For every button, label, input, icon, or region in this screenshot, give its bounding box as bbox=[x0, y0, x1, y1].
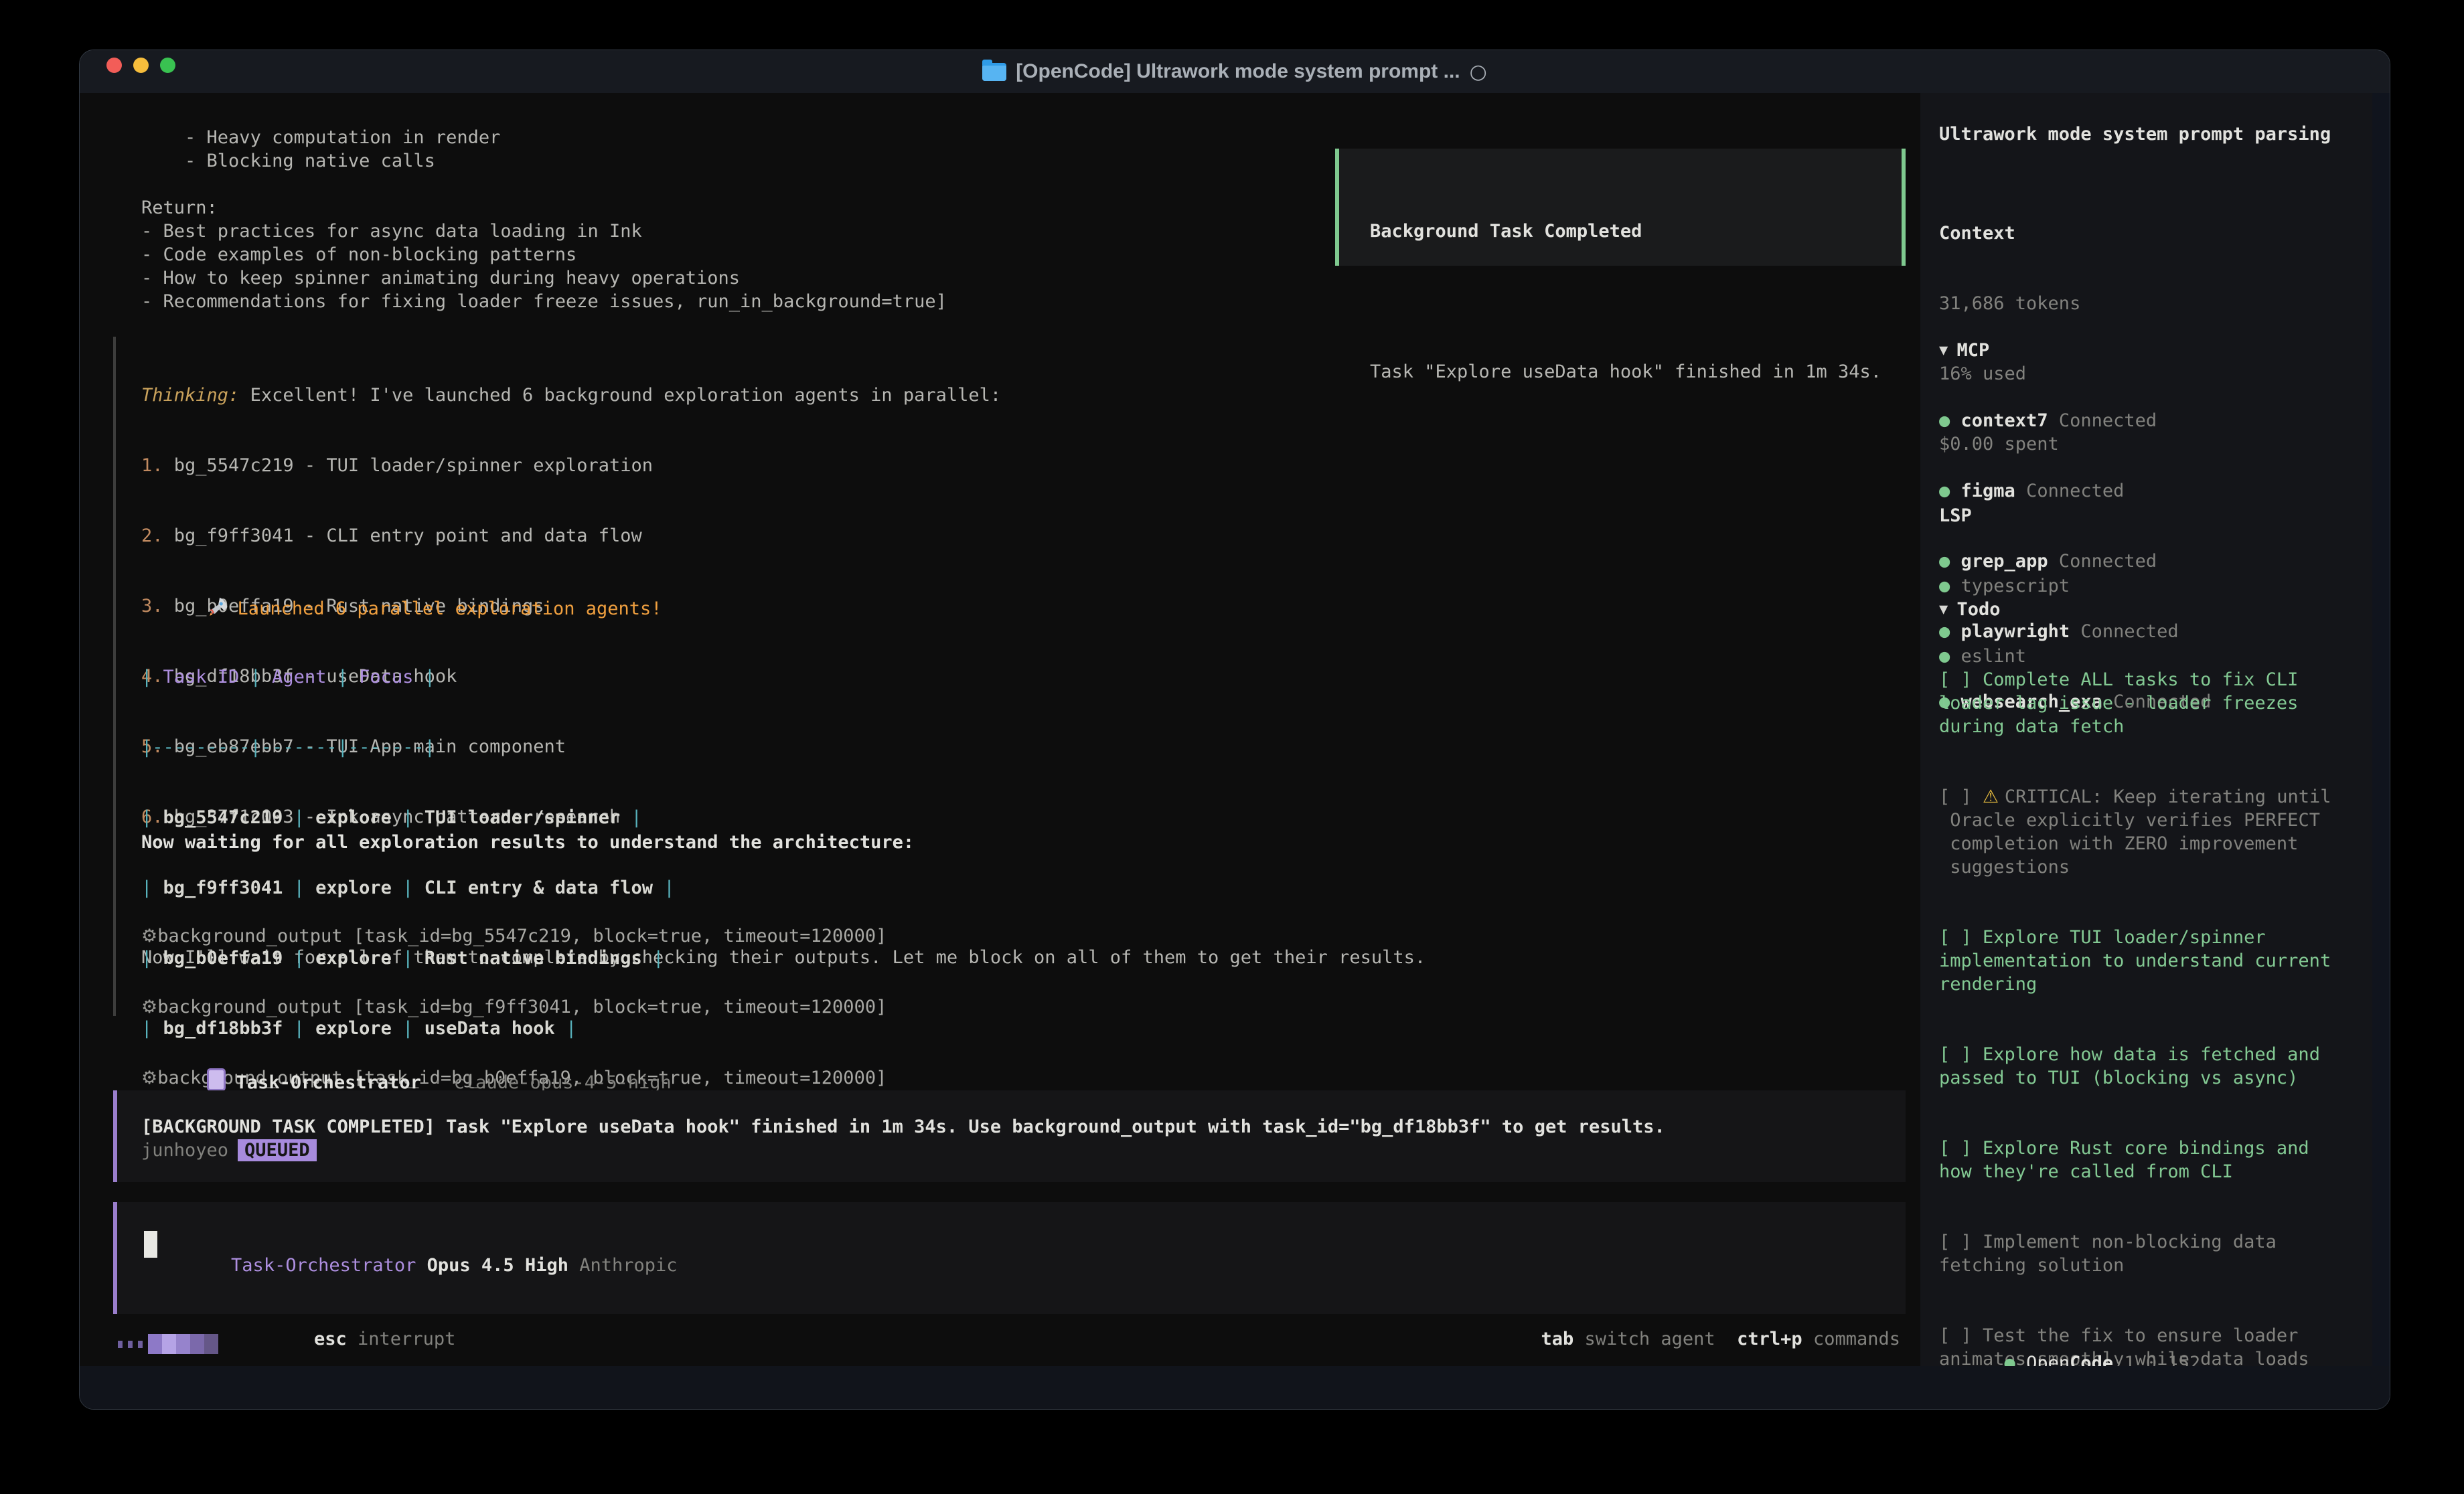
username: junhoyeo bbox=[141, 1140, 228, 1161]
tool-result-text: - Heavy computation in render - Blocking… bbox=[141, 126, 947, 313]
input-agent-name[interactable]: Task-Orchestrator bbox=[231, 1255, 416, 1276]
sidebar-scroll-track[interactable] bbox=[2372, 93, 2390, 1409]
rocket-icon bbox=[207, 596, 230, 618]
progress-spinner bbox=[118, 1334, 218, 1354]
esc-key[interactable]: esc bbox=[314, 1329, 347, 1349]
queued-badge: QUEUED bbox=[238, 1139, 317, 1161]
todo-item: [ ] Explore how data is fetched and pass… bbox=[1939, 1043, 2373, 1090]
circle-icon: ○ bbox=[1470, 60, 1487, 84]
sidebar: Ultrawork mode system prompt parsing Con… bbox=[1920, 93, 2390, 1409]
background-task-notification[interactable]: Background Task Completed Task "Explore … bbox=[1335, 149, 1906, 266]
col-header-focus: Focus bbox=[348, 667, 425, 687]
todo-item: [ ] Explore Rust core bindings and how t… bbox=[1939, 1137, 2373, 1183]
todo-checkbox[interactable]: [ ] bbox=[1939, 927, 1983, 948]
notification-body: Task "Explore useData hook" finished in … bbox=[1370, 360, 1902, 384]
mcp-item: ● context7 Connected bbox=[1939, 409, 2373, 432]
todo-item: [ ] Complete ALL tasks to fix CLI loader… bbox=[1939, 668, 2373, 738]
completed-task-box: [BACKGROUND TASK COMPLETED] Task "Explor… bbox=[113, 1090, 1906, 1182]
chevron-down-icon[interactable]: ▼ bbox=[1939, 342, 1957, 359]
terminal-window: [OpenCode] Ultrawork mode system prompt … bbox=[79, 50, 2390, 1410]
window-title: [OpenCode] Ultrawork mode system prompt … bbox=[1016, 60, 1460, 83]
prompt-input-box[interactable]: Task-Orchestrator Opus 4.5 High Anthropi… bbox=[113, 1202, 1906, 1314]
warning-icon: ⚠ bbox=[1983, 786, 2005, 807]
todo-checkbox[interactable]: [ ] bbox=[1939, 1138, 1983, 1159]
session-title: Ultrawork mode system prompt parsing bbox=[1939, 122, 2373, 146]
title-bar: [OpenCode] Ultrawork mode system prompt … bbox=[80, 50, 2390, 94]
gear-icon: ⚙ bbox=[141, 926, 157, 946]
status-dot-icon: ● bbox=[1939, 410, 1950, 431]
ctrlp-key[interactable]: ctrl+p bbox=[1737, 1329, 1802, 1349]
table-separator: |---------|-------|-------| bbox=[141, 736, 675, 759]
status-bar: esc interrupt tab switch agent ctrl+p co… bbox=[80, 1327, 1920, 1351]
todo-item: [ ] Explore TUI loader/spinner implement… bbox=[1939, 926, 2373, 996]
notification-title: Background Task Completed bbox=[1370, 220, 1902, 243]
thinking-label: Thinking: bbox=[141, 385, 239, 406]
todo-checkbox[interactable]: [ ] bbox=[1939, 1044, 1983, 1065]
lsp-heading: LSP bbox=[1939, 504, 2373, 527]
window-footer bbox=[80, 1366, 2390, 1409]
mcp-heading: MCP bbox=[1957, 340, 1990, 361]
tab-key[interactable]: tab bbox=[1541, 1329, 1574, 1349]
agent-icon bbox=[207, 1068, 226, 1091]
completed-message: [BACKGROUND TASK COMPLETED] Task "Explor… bbox=[141, 1115, 1906, 1139]
todo-checkbox[interactable]: [ ] bbox=[1939, 669, 1983, 690]
col-header-task-id: Task ID bbox=[152, 667, 250, 687]
chevron-down-icon[interactable]: ▼ bbox=[1939, 601, 1957, 618]
todo-heading: Todo bbox=[1957, 599, 2001, 620]
todo-checkbox[interactable]: [ ] bbox=[1939, 1232, 1983, 1252]
terminal-main: - Heavy computation in render - Blocking… bbox=[80, 93, 1920, 1409]
folder-icon bbox=[982, 63, 1006, 81]
context-heading: Context bbox=[1939, 222, 2373, 245]
todo-section: ▼ Todo [ ] Complete ALL tasks to fix CLI… bbox=[1939, 551, 2373, 1410]
todo-item: [ ] Implement non-blocking data fetching… bbox=[1939, 1230, 2373, 1277]
todo-item: [ ] ⚠ CRITICAL: Keep iterating until Ora… bbox=[1939, 785, 2373, 879]
input-model-name[interactable]: Opus 4.5 High bbox=[416, 1255, 579, 1276]
input-provider-name: Anthropic bbox=[579, 1255, 677, 1276]
waiting-line: Now waiting for all exploration results … bbox=[141, 831, 914, 854]
table-row: | bg_5547c219 | explore | TUI loader/spi… bbox=[141, 806, 675, 829]
gear-icon: ⚙ bbox=[141, 997, 157, 1017]
col-header-agent: Agent bbox=[261, 667, 337, 687]
todo-checkbox[interactable]: [ ] bbox=[1939, 786, 1983, 807]
